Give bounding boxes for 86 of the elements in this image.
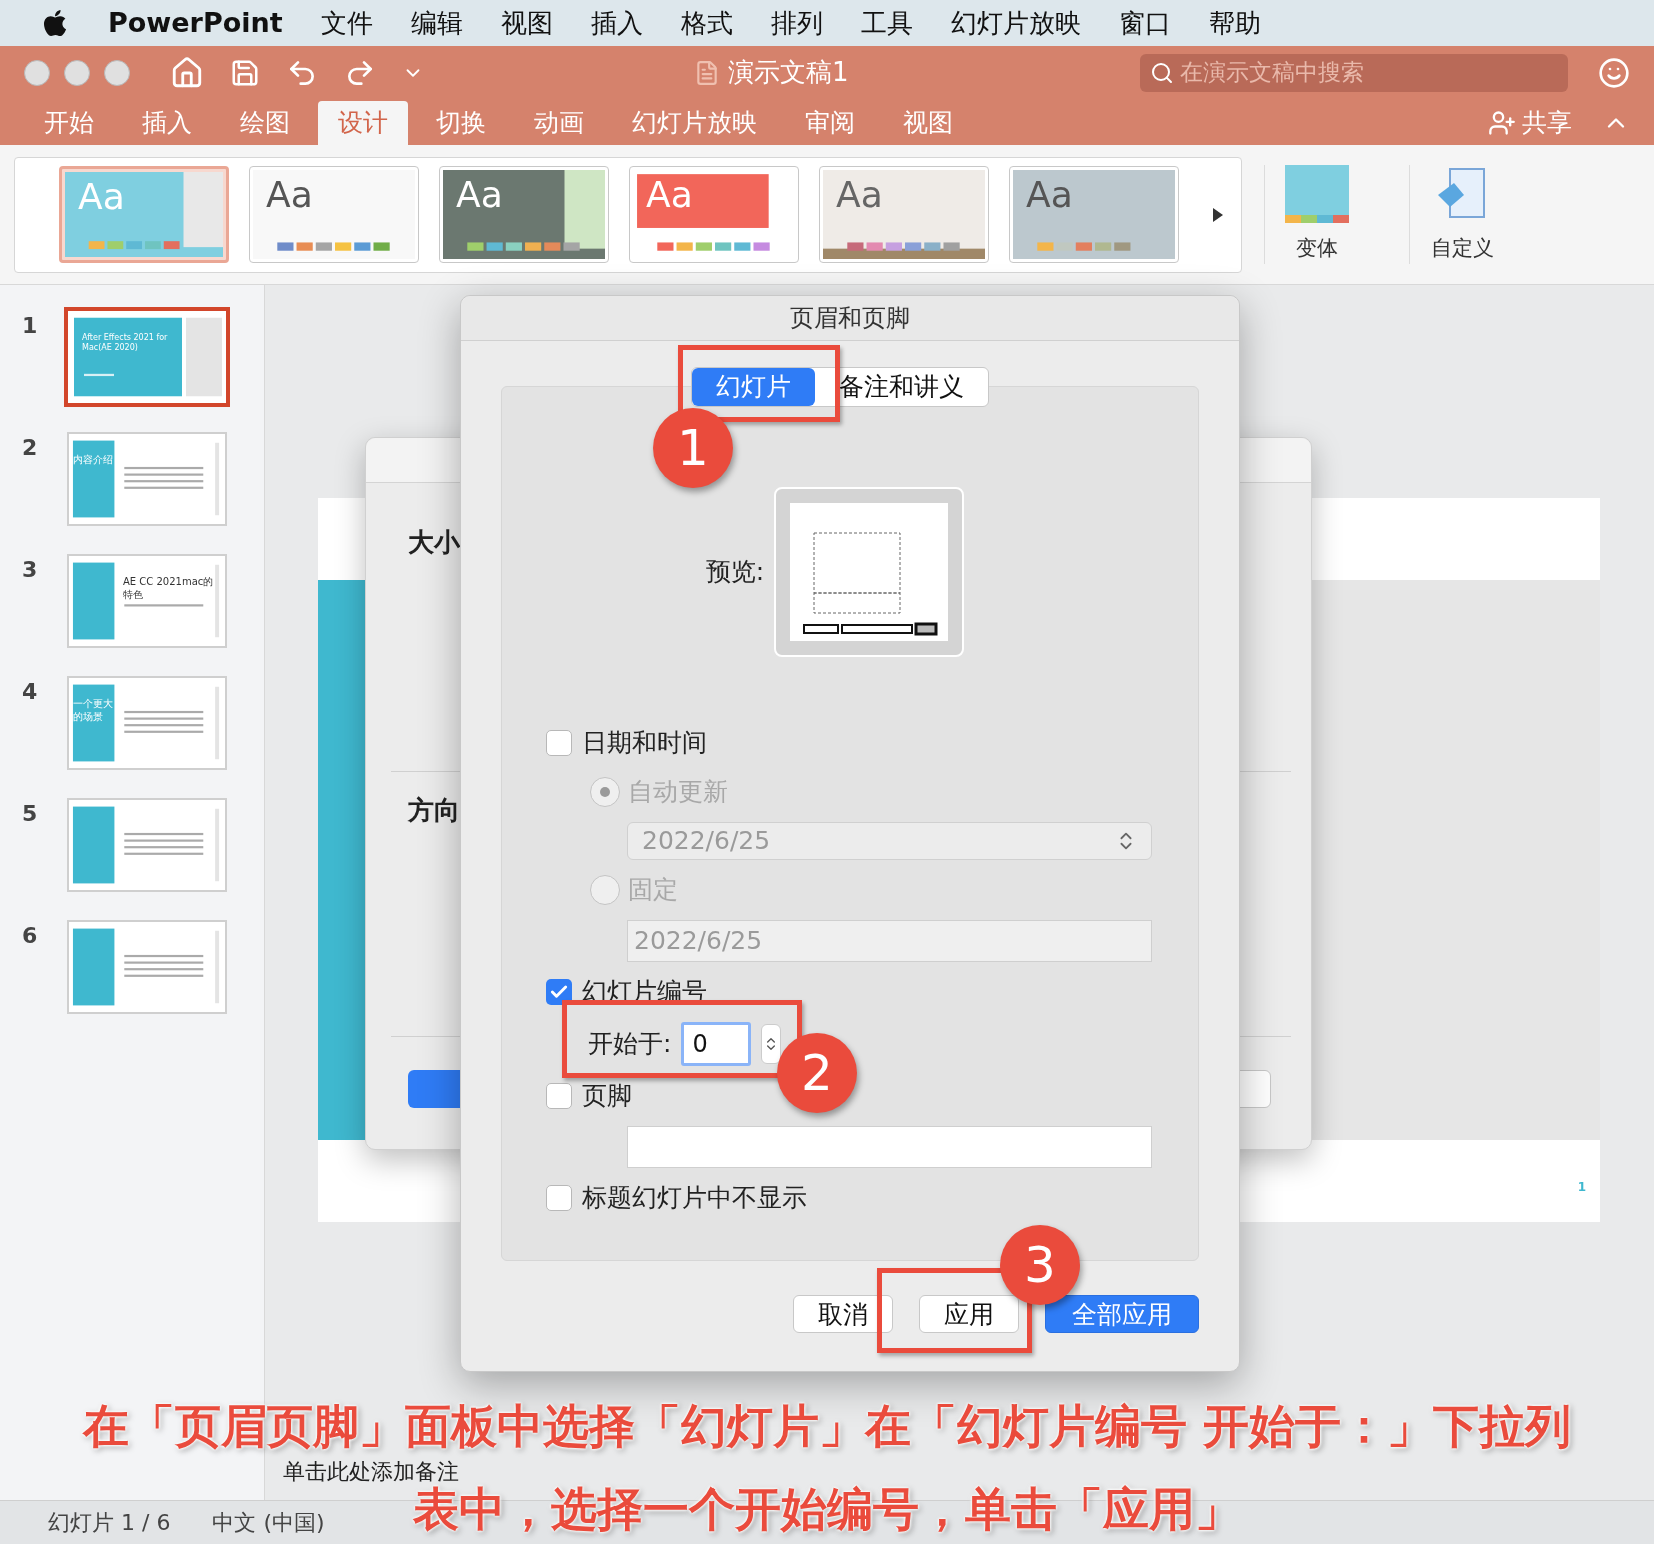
menu-item[interactable]: 排列 <box>770 3 823 43</box>
slide-number: 2 <box>22 434 38 462</box>
slide-number: 4 <box>22 678 38 706</box>
checkbox[interactable] <box>546 1083 572 1109</box>
menu-item[interactable]: 编辑 <box>410 3 463 43</box>
caption-text: 在「页眉页脚」面板中选择「幻灯片」在「幻灯片编号 开始于：」下拉列 <box>83 1398 1571 1455</box>
app-menu[interactable]: PowerPoint <box>108 2 283 44</box>
slide-number: 3 <box>22 556 38 584</box>
ribbon-tab[interactable]: 设计 <box>318 101 408 145</box>
customize-button[interactable]: 自定义 <box>1409 164 1514 265</box>
status-text: 中文 (中国) <box>212 1509 325 1537</box>
slide-thumbnail[interactable]: AE CC 2021mac的特色 <box>67 554 227 648</box>
preview-label: 预览: <box>705 556 765 589</box>
menu-item[interactable]: 文件 <box>320 3 373 43</box>
document-icon <box>694 59 720 86</box>
theme-thumbnail[interactable]: Aa <box>1009 166 1179 263</box>
radio-label: 固定 <box>628 874 678 907</box>
home-icon[interactable] <box>170 55 204 90</box>
dialog-tab[interactable]: 幻灯片 <box>692 368 815 406</box>
slide-thumbnail[interactable]: After Effects 2021 for Mac(AE 2020) <box>64 307 230 407</box>
search-icon <box>1150 60 1174 85</box>
menu-item[interactable]: 插入 <box>590 3 643 43</box>
window-control[interactable] <box>24 59 50 86</box>
start-at-label: 开始于: <box>588 1028 672 1061</box>
theme-sample-text: Aa <box>836 177 883 213</box>
size-label: 大小 <box>408 526 460 559</box>
thumbnail-title: After Effects 2021 for Mac(AE 2020) <box>82 333 169 353</box>
ribbon-tab[interactable]: 开始 <box>24 101 114 145</box>
theme-sample-text: Aa <box>456 177 503 213</box>
menu-item[interactable]: 视图 <box>500 3 553 43</box>
thumbnail-title: 内容介绍 <box>73 454 114 467</box>
menu-item[interactable]: 工具 <box>860 3 913 43</box>
slide-thumbnail[interactable]: 一个更大的场景 <box>67 676 227 770</box>
ribbon-tab[interactable]: 幻灯片放映 <box>612 101 777 145</box>
slide-number: 5 <box>22 800 38 828</box>
theme-thumbnail[interactable]: Aa <box>439 166 609 263</box>
checkbox-label: 日期和时间 <box>582 727 707 760</box>
thumbnail-title: 一个更大的场景 <box>73 698 114 723</box>
window-control[interactable] <box>64 59 90 86</box>
gallery-next-icon[interactable] <box>1211 205 1225 224</box>
status-text: 幻灯片 1 / 6 <box>48 1509 171 1537</box>
checkbox[interactable] <box>546 730 572 756</box>
ribbon-tab[interactable]: 切换 <box>416 101 506 145</box>
add-person-icon <box>1488 109 1516 137</box>
theme-thumbnail[interactable]: Aa <box>819 166 989 263</box>
stepper-control[interactable] <box>761 1024 782 1064</box>
dialog-button[interactable]: 取消 <box>793 1295 893 1333</box>
share-button[interactable]: 共享 <box>1488 104 1572 142</box>
text-field[interactable] <box>627 1126 1152 1168</box>
ribbon-tab[interactable]: 视图 <box>883 101 973 145</box>
theme-thumbnail[interactable]: Aa <box>629 166 799 263</box>
theme-sample-text: Aa <box>1026 177 1073 213</box>
checkbox[interactable] <box>546 1185 572 1211</box>
ribbon-tab[interactable]: 动画 <box>514 101 604 145</box>
theme-sample-text: Aa <box>78 179 125 215</box>
number-field[interactable]: 0 <box>681 1022 752 1066</box>
dialog-button[interactable]: 应用 <box>919 1295 1019 1333</box>
theme-thumbnail[interactable]: Aa <box>249 166 419 263</box>
window-title: 演示文稿1 <box>728 56 849 89</box>
orientation-label: 方向 <box>408 794 460 827</box>
theme-sample-text: Aa <box>646 177 693 213</box>
variants-button[interactable]: 变体 <box>1264 164 1369 265</box>
ribbon-tab[interactable]: 审阅 <box>785 101 875 145</box>
slide-thumbnail[interactable]: 内容介绍 <box>67 432 227 526</box>
checkbox-label: 页脚 <box>582 1080 632 1113</box>
menu-item[interactable]: 帮助 <box>1208 3 1261 43</box>
ribbon-tab[interactable]: 绘图 <box>220 101 310 145</box>
radio-label: 自动更新 <box>628 776 728 809</box>
checkbox-label: 标题幻灯片中不显示 <box>582 1182 807 1215</box>
window-control[interactable] <box>104 59 130 86</box>
smiley-icon[interactable] <box>1598 56 1630 89</box>
theme-sample-text: Aa <box>266 177 313 213</box>
menu-item[interactable]: 窗口 <box>1118 3 1171 43</box>
menu-item[interactable]: 幻灯片放映 <box>950 3 1081 43</box>
theme-variants-icon <box>1285 164 1349 223</box>
checkbox[interactable] <box>546 979 572 1005</box>
menu-item[interactable]: 格式 <box>680 3 733 43</box>
dialog-title: 页眉和页脚 <box>790 303 910 334</box>
dialog-tab[interactable]: 备注和讲义 <box>815 368 988 406</box>
ribbon-tab[interactable]: 插入 <box>122 101 212 145</box>
slide-number: 6 <box>22 922 38 950</box>
dialog-button[interactable]: 全部应用 <box>1045 1295 1199 1333</box>
caption-text: 表中，选择一个开始编号，单击「应用」 <box>413 1482 1241 1538</box>
slide-number-footer: 1 <box>1577 1178 1586 1196</box>
thumbnail-title: AE CC 2021mac的特色 <box>123 576 215 601</box>
slide-number: 1 <box>22 312 38 340</box>
